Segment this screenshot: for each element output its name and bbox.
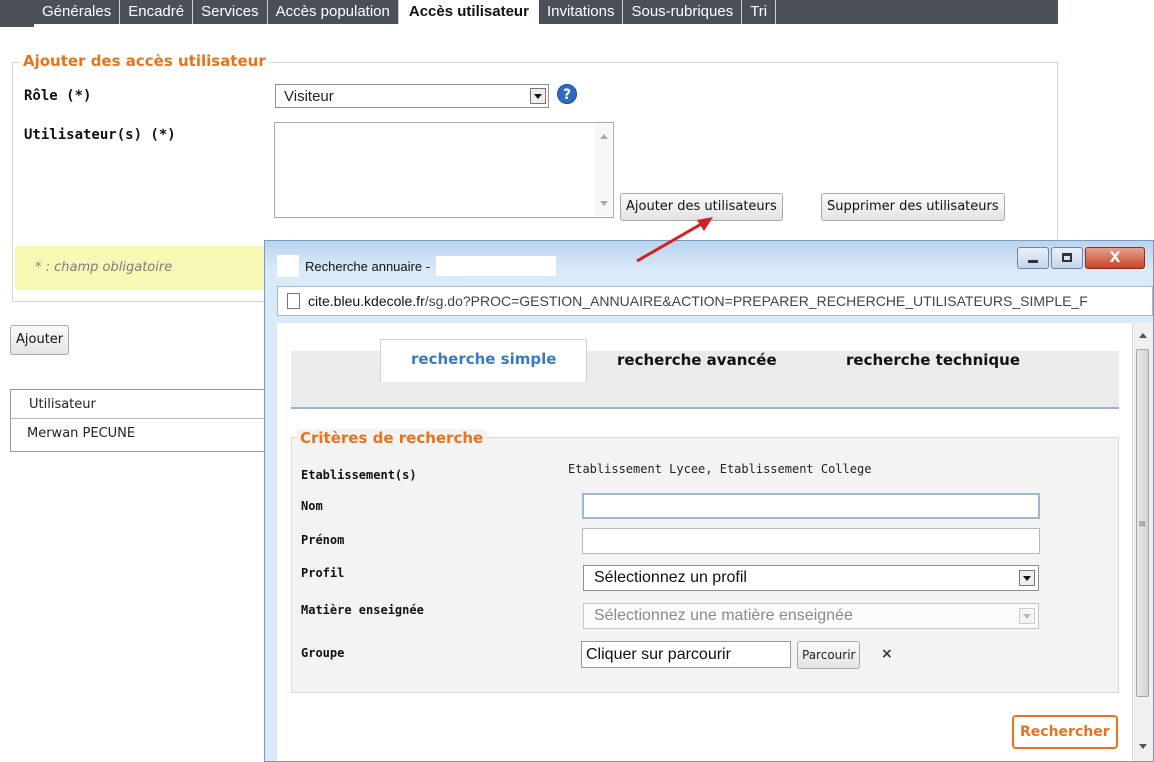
tab-acces-utilisateur[interactable]: Accès utilisateur xyxy=(398,0,539,24)
required-note: * : champ obligatoire xyxy=(15,246,275,290)
window-icon xyxy=(277,255,299,277)
matiere-select: Sélectionnez une matière enseignée xyxy=(583,603,1039,629)
tab-encadre[interactable]: Encadré xyxy=(120,0,194,24)
tab-bar: Générales Encadré Services Accès populat… xyxy=(0,0,1058,27)
tab-services[interactable]: Services xyxy=(193,0,268,24)
etab-value: Etablissement Lycee, Etablissement Colle… xyxy=(568,462,872,476)
scroll-grip-icon: ≡ xyxy=(1138,519,1147,530)
url-path: /sg.do?PROC=GESTION_ANNUAIRE&ACTION=PREP… xyxy=(424,293,1088,309)
chevron-down-icon xyxy=(530,88,546,104)
tab-bar-lead xyxy=(0,0,34,27)
tab-recherche-technique[interactable]: recherche technique xyxy=(846,341,1020,381)
users-textarea[interactable] xyxy=(274,122,614,218)
prenom-input[interactable] xyxy=(582,528,1040,554)
clear-icon[interactable]: × xyxy=(881,646,893,662)
tab-sous-rubriques[interactable]: Sous-rubriques xyxy=(623,0,743,24)
profil-select[interactable]: Sélectionnez un profil xyxy=(583,565,1039,591)
maximize-button[interactable] xyxy=(1051,247,1083,269)
url-host: cite.bleu.kdecole.fr xyxy=(308,293,425,309)
remove-users-button[interactable]: Supprimer des utilisateurs xyxy=(821,193,1005,221)
chevron-down-icon xyxy=(1019,608,1035,624)
minimize-button[interactable] xyxy=(1017,247,1049,269)
minimize-icon xyxy=(1028,260,1038,263)
users-table: Utilisateur Merwan PECUNE xyxy=(10,389,274,452)
chevron-down-icon xyxy=(1019,570,1035,586)
groupe-label: Groupe xyxy=(301,646,345,660)
etab-label: Etablissement(s) xyxy=(301,468,417,482)
popup-title-redacted xyxy=(436,256,557,276)
tab-tri[interactable]: Tri xyxy=(742,0,777,24)
address-bar[interactable]: cite.bleu.kdecole.fr/sg.do?PROC=GESTION_… xyxy=(277,286,1153,316)
profil-select-value: Sélectionnez un profil xyxy=(594,569,747,586)
tab-bar-fill xyxy=(776,0,1058,24)
add-users-button[interactable]: Ajouter des utilisateurs xyxy=(620,193,783,221)
profil-label: Profil xyxy=(301,566,345,580)
role-label: Rôle (*) xyxy=(24,88,92,104)
groupe-input[interactable]: Cliquer sur parcourir xyxy=(581,641,791,668)
table-header-user: Utilisateur xyxy=(11,390,273,419)
popup-title-bar: Recherche annuaire - xyxy=(277,255,557,277)
nom-input[interactable] xyxy=(582,493,1040,519)
scroll-down-icon xyxy=(1139,744,1147,749)
tab-recherche-avancee[interactable]: recherche avancée xyxy=(617,341,777,381)
popup-content: recherche simple recherche avancée reche… xyxy=(277,323,1135,761)
prenom-label: Prénom xyxy=(301,533,345,547)
scroll-down-icon xyxy=(600,201,608,206)
popup-scrollbar[interactable]: ≡ xyxy=(1132,323,1153,761)
popup-title: Recherche annuaire - xyxy=(305,258,431,274)
page-icon xyxy=(287,293,300,309)
table-row[interactable]: Merwan PECUNE xyxy=(11,419,273,451)
search-button[interactable]: Rechercher xyxy=(1012,715,1118,749)
role-select[interactable]: Visiteur xyxy=(275,84,549,108)
browse-button[interactable]: Parcourir xyxy=(797,641,861,669)
matiere-label: Matière enseignée xyxy=(301,603,424,617)
tab-invitations[interactable]: Invitations xyxy=(538,0,624,24)
criteria-legend: Critères de recherche xyxy=(297,429,487,447)
submit-add-button[interactable]: Ajouter xyxy=(10,325,70,355)
users-textarea-scrollbar[interactable] xyxy=(595,124,612,216)
users-label: Utilisateur(s) (*) xyxy=(24,127,176,143)
search-popup-window: Recherche annuaire - X cite.bleu.kdecole… xyxy=(264,240,1154,762)
matiere-select-value: Sélectionnez une matière enseignée xyxy=(594,607,853,624)
tab-acces-population[interactable]: Accès population xyxy=(267,0,399,24)
close-button[interactable]: X xyxy=(1085,247,1145,269)
close-icon: X xyxy=(1109,250,1121,266)
scroll-up-icon xyxy=(1139,333,1147,338)
add-access-legend: Ajouter des accès utilisateur xyxy=(20,52,269,70)
tab-recherche-simple[interactable]: recherche simple xyxy=(380,339,588,382)
question-icon[interactable]: ? xyxy=(557,84,577,104)
tab-generales[interactable]: Générales xyxy=(34,0,121,24)
scroll-up-icon xyxy=(600,134,608,139)
nom-label: Nom xyxy=(301,499,323,513)
maximize-icon xyxy=(1062,253,1072,262)
role-select-value: Visiteur xyxy=(284,88,334,105)
